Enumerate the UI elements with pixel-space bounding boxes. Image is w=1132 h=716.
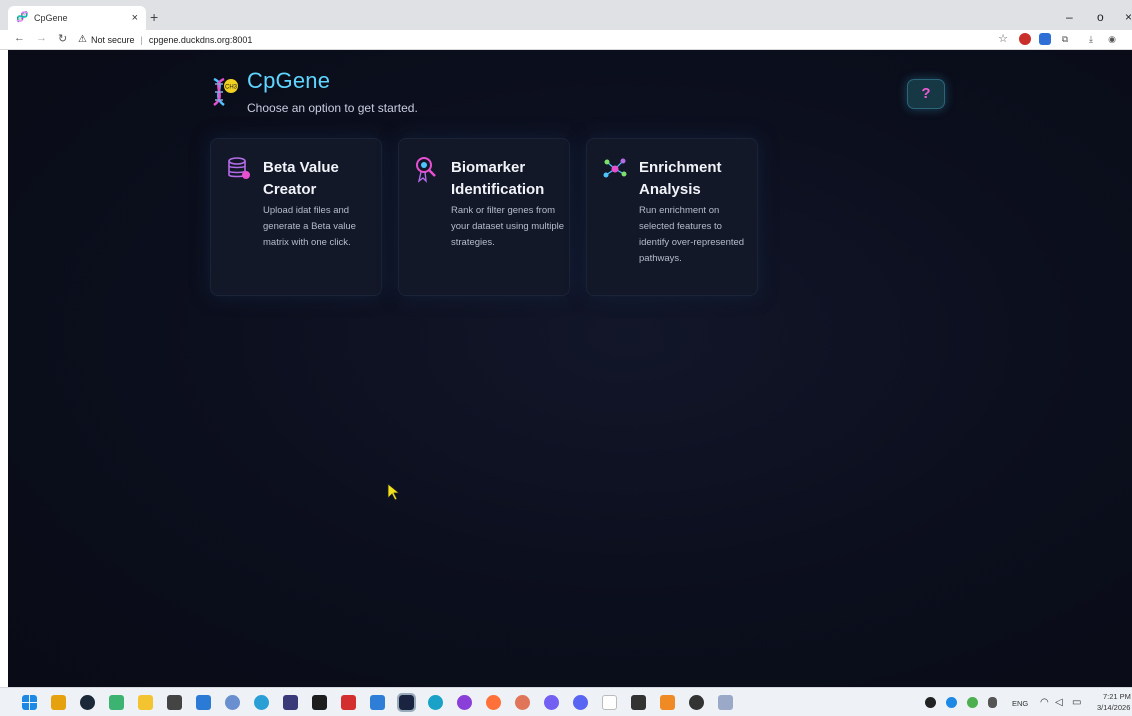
card-title-line1: Enrichment bbox=[639, 159, 722, 176]
extensions-icon[interactable]: ⧉ bbox=[1059, 33, 1071, 45]
card-description: Rank or filter genes from your dataset u… bbox=[451, 205, 565, 248]
language-indicator[interactable]: ENG bbox=[1012, 699, 1028, 708]
new-tab-button[interactable]: + bbox=[150, 9, 158, 25]
app-page: CH3 CpGene Choose an option to get start… bbox=[8, 50, 1132, 687]
tray-icon[interactable] bbox=[925, 697, 936, 708]
app-taskbar-icon[interactable] bbox=[457, 695, 472, 710]
card-title-line2: Analysis bbox=[639, 181, 701, 198]
browser-tab[interactable]: 🧬 CpGene × bbox=[8, 6, 146, 30]
discord-icon[interactable] bbox=[573, 695, 588, 710]
card-title-line2: Creator bbox=[263, 181, 317, 198]
card-title-line1: Beta Value bbox=[263, 159, 339, 176]
download-icon[interactable]: ⤓ bbox=[1085, 33, 1097, 45]
divider: | bbox=[140, 34, 143, 45]
bookmark-star-icon[interactable]: ☆ bbox=[997, 33, 1009, 45]
url-field[interactable]: ⚠ Not secure | cpgene.duckdns.org:8001 bbox=[78, 32, 252, 47]
url-text: cpgene.duckdns.org:8001 bbox=[148, 34, 253, 45]
viber-icon[interactable] bbox=[544, 695, 559, 710]
app-taskbar-icon[interactable] bbox=[631, 695, 646, 710]
network-icon bbox=[603, 158, 627, 178]
r-icon[interactable] bbox=[225, 695, 240, 710]
volume-icon[interactable]: ◁ bbox=[1055, 697, 1063, 708]
tab-close-button[interactable]: × bbox=[132, 12, 138, 24]
biomarker-identification-card[interactable]: Biomarker Identification Rank or filter … bbox=[398, 138, 570, 296]
card-description: Upload idat files and generate a Beta va… bbox=[263, 205, 356, 248]
steam-icon[interactable] bbox=[80, 695, 95, 710]
browser-tabbar: 🧬 CpGene × + – o × bbox=[0, 0, 1132, 30]
battery-icon[interactable]: ▭ bbox=[1072, 697, 1081, 708]
address-bar: ← → ↻ ⚠ Not secure | cpgene.duckdns.org:… bbox=[0, 30, 1132, 50]
card-title: Beta Value Creator bbox=[263, 157, 378, 201]
app-taskbar-icon[interactable] bbox=[283, 695, 298, 710]
app-taskbar-icon[interactable] bbox=[341, 695, 356, 710]
card-description: Run enrichment on selected features to i… bbox=[639, 205, 745, 264]
clock-time[interactable]: 7:21 PM bbox=[1103, 692, 1131, 701]
file-explorer-icon[interactable] bbox=[138, 695, 153, 710]
magnifier-ribbon-icon bbox=[416, 157, 436, 183]
active-app-icon[interactable] bbox=[397, 693, 416, 712]
vscode-icon[interactable] bbox=[196, 695, 211, 710]
security-label: Not secure bbox=[90, 34, 135, 45]
tab-title: CpGene bbox=[34, 13, 68, 23]
beta-value-creator-card[interactable]: Beta Value Creator Upload idat files and… bbox=[210, 138, 382, 296]
app-taskbar-icon[interactable] bbox=[51, 695, 66, 710]
firefox-icon[interactable] bbox=[486, 695, 501, 710]
minimize-button[interactable]: – bbox=[1066, 10, 1073, 24]
app-subtitle: Choose an option to get started. bbox=[247, 101, 418, 115]
reload-icon[interactable]: ↻ bbox=[58, 32, 67, 45]
card-title-line2: Identification bbox=[451, 181, 545, 198]
app-taskbar-icon[interactable] bbox=[312, 695, 327, 710]
card-title: Biomarker Identification bbox=[451, 157, 566, 201]
clock-date[interactable]: 3/14/2026 bbox=[1097, 703, 1130, 712]
maximize-button[interactable]: o bbox=[1097, 10, 1104, 24]
edge-icon[interactable] bbox=[428, 695, 443, 710]
app-taskbar-icon[interactable] bbox=[254, 695, 269, 710]
document-icon[interactable] bbox=[602, 695, 617, 710]
bluetooth-icon[interactable] bbox=[946, 697, 957, 708]
card-title: Enrichment Analysis bbox=[639, 157, 754, 201]
app-taskbar-icon[interactable] bbox=[718, 695, 733, 710]
terminal-icon[interactable] bbox=[167, 695, 182, 710]
os-taskbar: ENG ◠ ◁ ▭ 7:21 PM 3/14/2026 bbox=[0, 687, 1132, 716]
mouse-cursor-icon bbox=[387, 483, 401, 501]
app-taskbar-icon[interactable] bbox=[515, 695, 530, 710]
app-title: CpGene bbox=[247, 68, 331, 93]
shield-extension-icon[interactable] bbox=[1019, 33, 1031, 45]
forward-icon[interactable]: → bbox=[36, 32, 47, 44]
dna-favicon-icon: 🧬 bbox=[16, 12, 29, 23]
help-button[interactable]: ? bbox=[907, 79, 945, 109]
cpgene-logo-icon: CH3 bbox=[213, 77, 238, 107]
app-taskbar-icon[interactable] bbox=[689, 695, 704, 710]
database-icon bbox=[228, 157, 250, 179]
close-window-button[interactable]: × bbox=[1125, 10, 1132, 24]
svg-text:CH3: CH3 bbox=[225, 85, 238, 91]
profile-icon[interactable]: ◉ bbox=[1106, 33, 1118, 45]
back-icon[interactable]: ← bbox=[14, 32, 25, 44]
enrichment-analysis-card[interactable]: Enrichment Analysis Run enrichment on se… bbox=[586, 138, 758, 296]
app-taskbar-icon[interactable] bbox=[109, 695, 124, 710]
app-taskbar-icon[interactable] bbox=[660, 695, 675, 710]
tray-icon[interactable] bbox=[967, 697, 978, 708]
bitwarden-extension-icon[interactable] bbox=[1039, 33, 1051, 45]
warning-icon: ⚠ bbox=[78, 34, 87, 45]
microphone-icon[interactable] bbox=[988, 697, 997, 708]
wifi-icon[interactable]: ◠ bbox=[1040, 697, 1049, 708]
windows-start-icon[interactable] bbox=[22, 695, 37, 710]
card-title-line1: Biomarker bbox=[451, 159, 526, 176]
app-taskbar-icon[interactable] bbox=[370, 695, 385, 710]
